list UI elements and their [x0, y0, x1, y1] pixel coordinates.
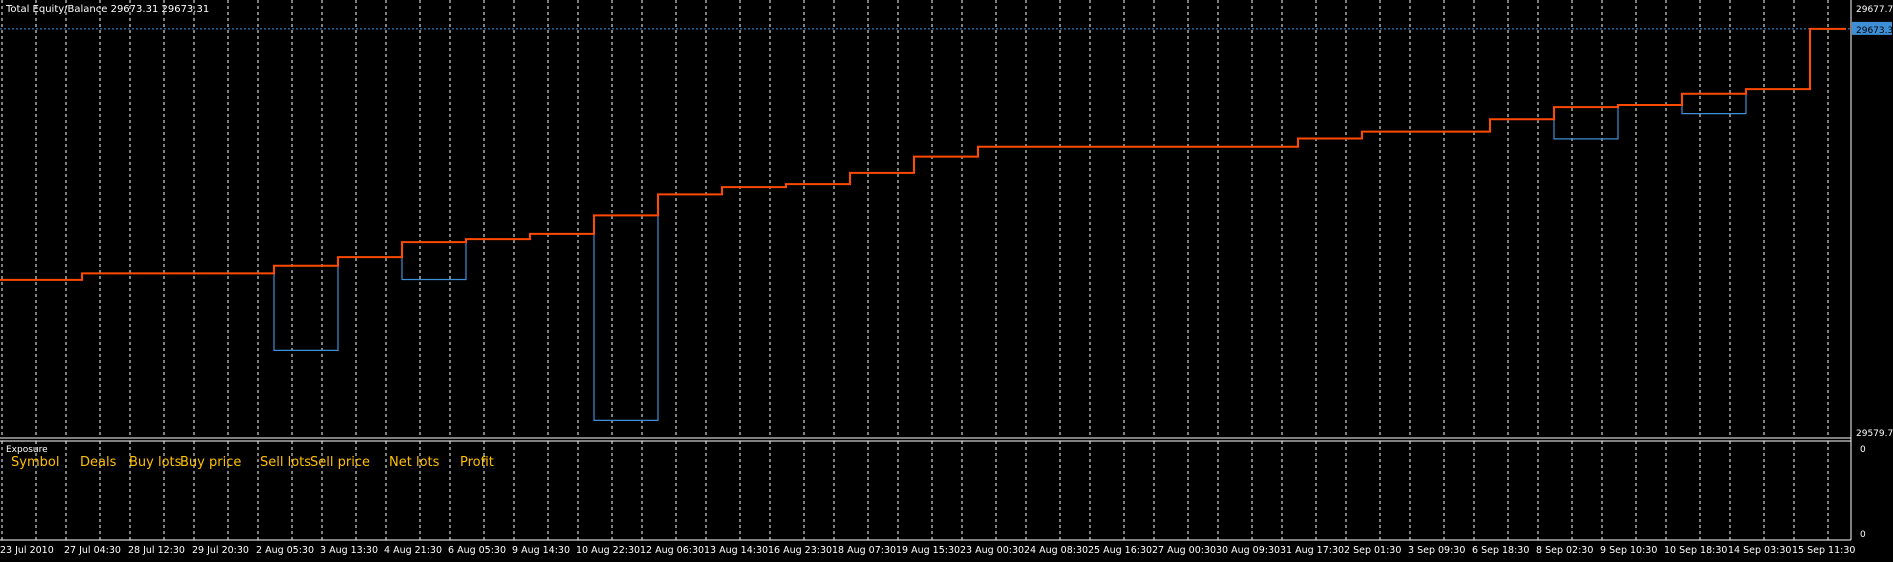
time-axis-label: 10 Aug 22:30	[576, 545, 640, 556]
exposure-header-net-lots: Net lots	[389, 455, 440, 470]
exposure-scale-top: 0	[1860, 445, 1866, 455]
time-axis-label: 14 Sep 03:30	[1728, 545, 1791, 556]
time-axis-label: 9 Aug 14:30	[512, 545, 570, 556]
exposure-header-buy-lots: Buy lots	[129, 455, 182, 470]
time-axis-label: 8 Sep 02:30	[1536, 545, 1593, 556]
time-axis-label: 2 Aug 05:30	[256, 545, 314, 556]
price-label-bottom: 29579.74	[1856, 429, 1893, 439]
time-axis-label: 3 Aug 13:30	[320, 545, 378, 556]
time-axis-label: 6 Sep 18:30	[1472, 545, 1529, 556]
time-axis-label: 25 Aug 16:30	[1088, 545, 1152, 556]
time-axis-label: 28 Jul 12:30	[128, 545, 185, 556]
exposure-header-symbol: Symbol	[11, 455, 60, 470]
exposure-panel-title: Exposure	[6, 445, 48, 455]
exposure-header-buy-price: Buy price	[180, 455, 242, 470]
price-label-top: 29677.7	[1856, 5, 1893, 15]
main-panel-title: Total Equity/Balance 29673.31 29673.31	[6, 4, 210, 15]
price-label-current: 29673.3	[1856, 26, 1893, 36]
chart-background	[0, 0, 1893, 558]
time-axis-label: 24 Aug 08:30	[1024, 545, 1088, 556]
exposure-header-profit: Profit	[460, 455, 494, 470]
time-axis-label: 27 Aug 00:30	[1152, 545, 1216, 556]
time-axis-label: 3 Sep 09:30	[1408, 545, 1465, 556]
time-axis-label: 27 Jul 04:30	[64, 545, 121, 556]
time-axis-label: 18 Aug 07:30	[832, 545, 896, 556]
time-axis-label: 29 Jul 20:30	[192, 545, 249, 556]
time-axis-label: 23 Aug 00:30	[960, 545, 1024, 556]
time-axis-label: 12 Aug 06:30	[640, 545, 704, 556]
time-axis-label: 13 Aug 14:30	[704, 545, 768, 556]
exposure-header-deals: Deals	[80, 455, 117, 470]
time-axis-label: 30 Aug 09:30	[1216, 545, 1280, 556]
time-axis-label: 15 Sep 11:30	[1792, 545, 1855, 556]
current-price-badge: 29673.3	[1852, 21, 1893, 36]
time-axis-label: 10 Sep 18:30	[1664, 545, 1727, 556]
time-axis-label: 31 Aug 17:30	[1280, 545, 1344, 556]
time-axis-label: 19 Aug 15:30	[896, 545, 960, 556]
time-axis-label: 9 Sep 10:30	[1600, 545, 1657, 556]
exposure-header-sell-lots: Sell lots	[260, 455, 312, 470]
time-axis: 23 Jul 2010 27 Jul 04:30 28 Jul 12:30 29 Ju…	[0, 545, 1855, 556]
exposure-scale-bottom: 0	[1860, 530, 1866, 540]
terminal-chart-window[interactable]: 29677.7 29673.3 29579.74 0 0 23 Jul 2010 27 Ju…	[0, 0, 1893, 558]
exposure-header-sell-price: Sell price	[310, 455, 370, 470]
time-axis-label: 16 Aug 23:30	[768, 545, 832, 556]
chart-svg[interactable]: 29677.7 29673.3 29579.74 0 0 23 Jul 2010 27 Ju…	[0, 0, 1893, 558]
time-axis-label: 6 Aug 05:30	[448, 545, 506, 556]
time-axis-label: 23 Jul 2010	[0, 545, 54, 556]
time-axis-label: 2 Sep 01:30	[1344, 545, 1401, 556]
time-axis-label: 4 Aug 21:30	[384, 545, 442, 556]
